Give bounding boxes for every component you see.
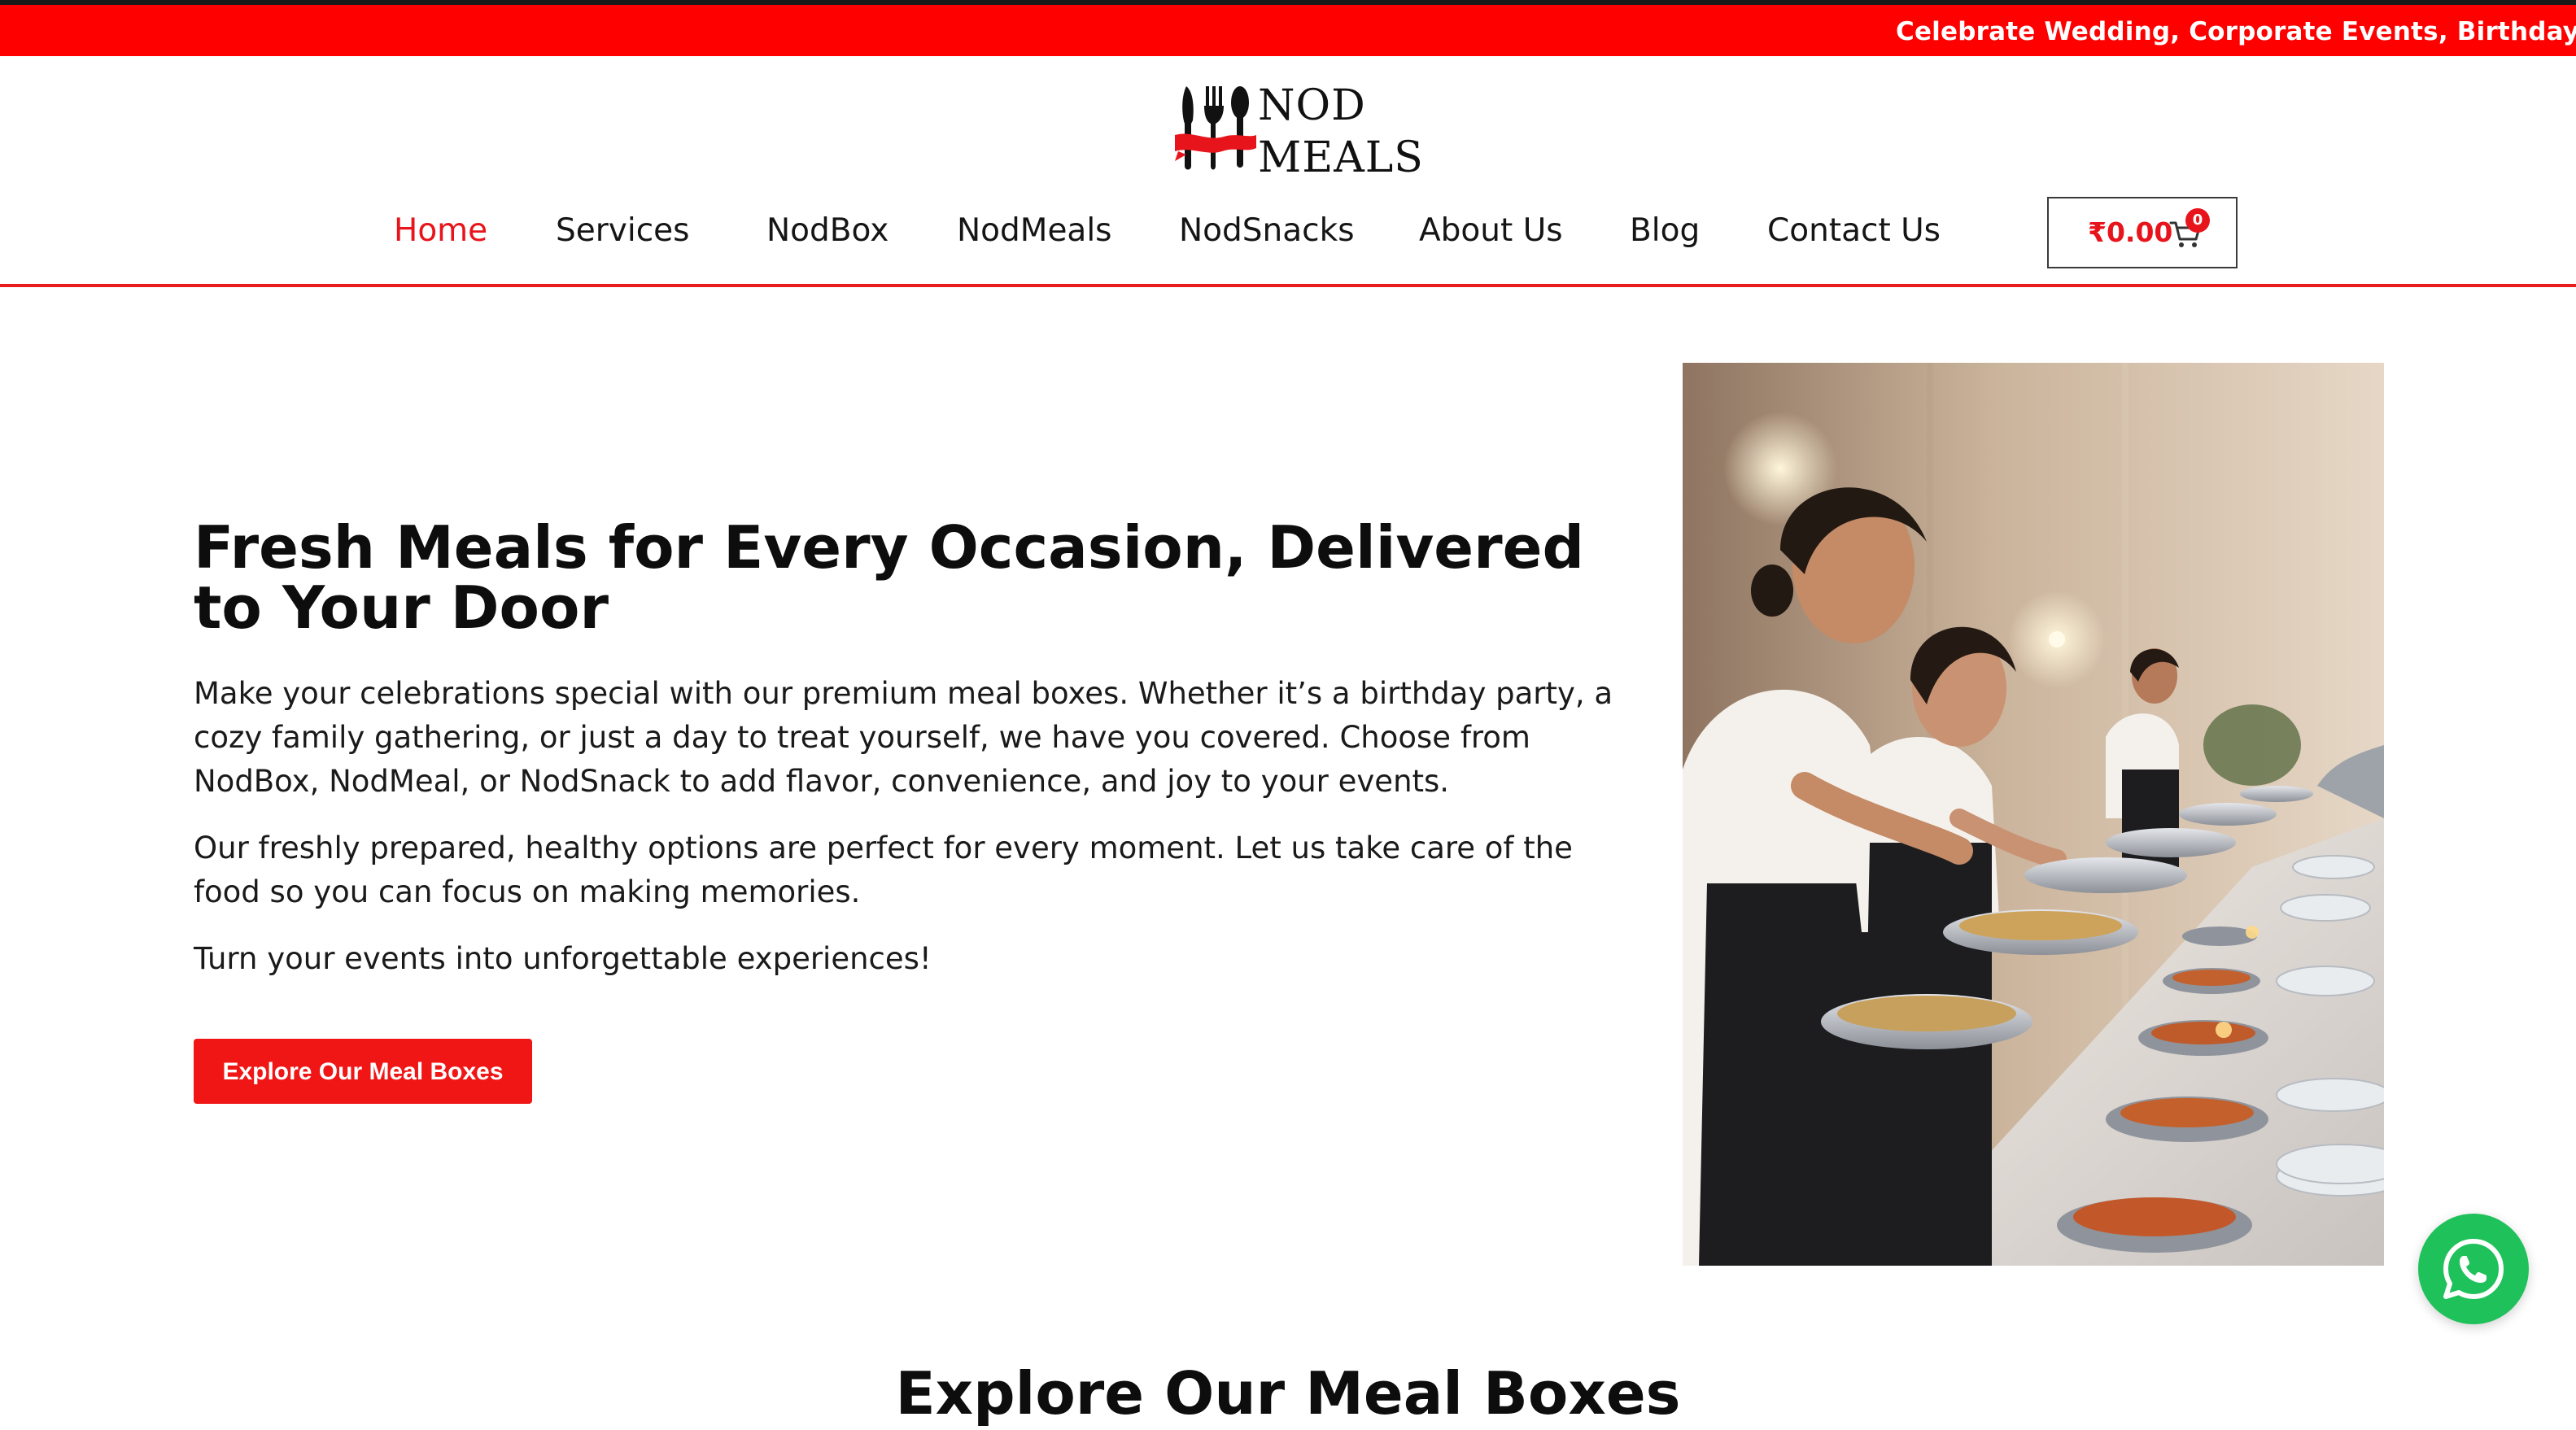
whatsapp-button[interactable]: [2418, 1214, 2529, 1324]
whatsapp-icon: [2443, 1239, 2504, 1299]
announcement-bar: Celebrate Wedding, Corporate Events, Bir…: [0, 0, 2576, 56]
hero-paragraph-3: Turn your events into unforgettable expe…: [194, 941, 932, 976]
nav-item-nodmeals[interactable]: NodMeals: [957, 207, 1112, 255]
cart-amount: ₹0.00: [2088, 216, 2173, 248]
announcement-text: Celebrate Wedding, Corporate Events, Bir…: [1896, 17, 2576, 46]
nav-item-about-us[interactable]: About Us: [1419, 207, 1563, 255]
cart-count-badge: 0: [2185, 208, 2210, 233]
section-heading: Explore Our Meal Boxes: [895, 1359, 1681, 1428]
nav-item-nodsnacks[interactable]: NodSnacks: [1179, 207, 1355, 255]
fork-knife-icon: [1175, 86, 1256, 170]
hero-paragraph-1: Make your celebrations special with our …: [194, 676, 1613, 799]
hero-paragraph-2: Our freshly prepared, healthy options ar…: [194, 831, 1573, 909]
explore-meal-boxes-button[interactable]: Explore Our Meal Boxes: [194, 1039, 532, 1104]
logo-line-1: NOD: [1258, 81, 1366, 130]
cart-button[interactable]: ₹0.00 0: [2047, 197, 2238, 268]
hero-image: [1683, 363, 2384, 1266]
nav-item-blog[interactable]: Blog: [1630, 207, 1700, 255]
site-logo[interactable]: NOD MEALS: [1175, 80, 1423, 182]
nav-item-services[interactable]: Services: [556, 207, 689, 255]
logo-line-2: MEALS: [1258, 133, 1424, 182]
site-header: NOD MEALS Home Services NodBox NodMeals …: [0, 56, 2576, 287]
nav-item-contact-us[interactable]: Contact Us: [1767, 207, 1941, 255]
nav-item-nodbox[interactable]: NodBox: [766, 207, 889, 255]
logo-wordmark: NOD MEALS: [1258, 80, 1424, 184]
hero-title: Fresh Meals for Every Occasion, Delivere…: [194, 513, 1585, 642]
nav-item-home[interactable]: Home: [394, 207, 487, 255]
